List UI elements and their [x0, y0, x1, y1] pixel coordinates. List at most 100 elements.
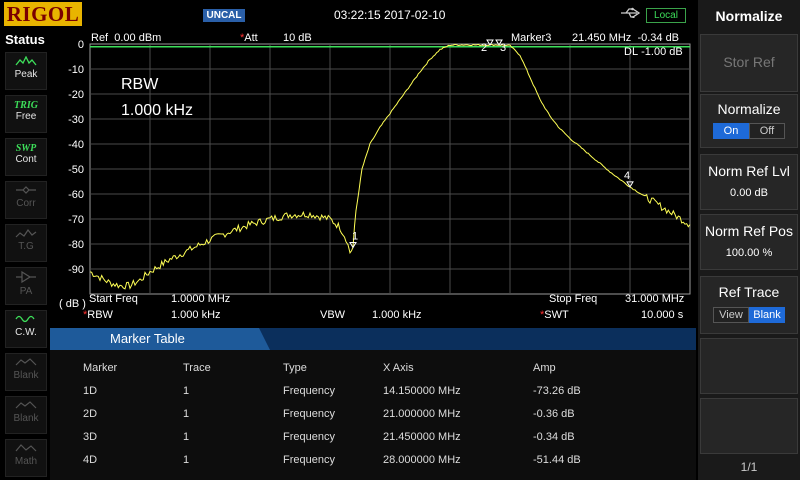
marker-table-title: Marker Table	[110, 331, 185, 346]
y-tick-label: -10	[68, 64, 84, 76]
status-button-label: Free	[15, 111, 37, 122]
norm-ref-lvl-button[interactable]: Norm Ref Lvl 0.00 dB	[700, 154, 798, 210]
status-button-label: PA	[19, 286, 33, 297]
normalize-label: Normalize	[717, 101, 781, 117]
swt-value: 10.000 s	[641, 309, 684, 321]
trig-badge-text: TRIG	[14, 100, 38, 111]
math-icon	[6, 443, 46, 456]
status-button-math[interactable]: Math	[5, 439, 47, 477]
normalize-off[interactable]: Off	[749, 123, 785, 139]
status-title: Status	[5, 32, 45, 47]
marker-table: Marker Trace Type X Axis Amp 1D 1 Frequenc…	[83, 356, 633, 471]
y-tick-label: -60	[68, 189, 84, 201]
att-label: *Att	[240, 32, 258, 44]
status-button-tg[interactable]: T.G	[5, 224, 47, 262]
usb-icon	[620, 6, 642, 22]
stop-freq-label: Stop Freq	[549, 293, 598, 305]
stor-ref-button[interactable]: Stor Ref	[700, 34, 798, 92]
y-tick-label: -70	[68, 214, 84, 226]
spectrum-plot[interactable]: 0 -10 -20 -30 -40 -50 -60 -70 -80 -90 1 2 3 4	[50, 30, 696, 328]
marker-readout-value: 21.450 MHz -0.34 dB	[572, 32, 680, 44]
status-button-pa[interactable]: PA	[5, 267, 47, 305]
y-tick-label: -30	[68, 114, 84, 126]
col-amp: Amp	[533, 361, 556, 374]
norm-ref-pos-label: Norm Ref Pos	[705, 223, 793, 239]
norm-ref-pos-value: 100.00 %	[725, 247, 773, 259]
table-row[interactable]: 2D 1 Frequency 21.000000 MHz -0.36 dB	[83, 402, 633, 425]
marker-3-number: 3	[500, 42, 506, 54]
status-button-label: Cont	[15, 154, 37, 165]
softkey-empty-1[interactable]	[700, 338, 798, 394]
ref-trace-label: Ref Trace	[718, 284, 780, 300]
y-tick-label: -20	[68, 89, 84, 101]
rbw-label: *RBW	[83, 309, 113, 321]
blank-icon	[6, 400, 46, 413]
stop-freq-value: 31.000 MHz	[625, 293, 685, 305]
spectrum-svg: 0 -10 -20 -30 -40 -50 -60 -70 -80 -90 1 2 3 4	[68, 39, 691, 295]
col-marker: Marker	[83, 361, 118, 374]
cw-icon	[6, 314, 46, 327]
marker-table-tab[interactable]: Marker Table	[50, 328, 270, 350]
normalize-on[interactable]: On	[713, 123, 749, 139]
menu-title: Normalize	[715, 8, 783, 24]
status-button-blank2[interactable]: Blank	[5, 396, 47, 434]
status-button-label: Blank	[13, 370, 39, 381]
vbw-label: VBW	[320, 309, 346, 321]
swp-badge-text: SWP	[15, 143, 37, 154]
vbw-value: 1.000 kHz	[372, 309, 422, 321]
marker-2-number: 2	[481, 42, 487, 54]
marker-4-number: 4	[624, 170, 630, 182]
marker-table-header-row: Marker Trace Type X Axis Amp	[83, 356, 633, 379]
ref-trace-view[interactable]: View	[713, 307, 749, 323]
local-badge: Local	[646, 8, 686, 23]
unit-label: ( dB )	[59, 298, 86, 310]
status-button-blank1[interactable]: Blank	[5, 353, 47, 391]
ref-label: Ref 0.00 dBm	[91, 32, 162, 44]
status-button-label: Math	[14, 456, 38, 467]
blank-icon	[6, 357, 46, 370]
datetime: 03:22:15 2017-02-10	[334, 8, 446, 22]
norm-ref-lvl-label: Norm Ref Lvl	[708, 163, 790, 179]
status-button-label: C.W.	[15, 327, 37, 338]
status-button-cw[interactable]: C.W.	[5, 310, 47, 348]
swt-label: *SWT	[540, 309, 569, 321]
normalize-toggle[interactable]: Normalize On Off	[700, 94, 798, 148]
y-tick-label: -50	[68, 164, 84, 176]
table-row[interactable]: 1D 1 Frequency 14.150000 MHz -73.26 dB	[83, 379, 633, 402]
stor-ref-label: Stor Ref	[723, 54, 775, 70]
start-freq-value: 1.0000 MHz	[171, 293, 231, 305]
status-button-trig[interactable]: TRIG Free	[5, 95, 47, 133]
marker-readout-label: Marker3	[511, 32, 552, 44]
corr-icon	[6, 185, 46, 198]
col-x-axis: X Axis	[383, 361, 414, 374]
pa-icon	[6, 270, 46, 286]
status-button-label: Peak	[14, 69, 38, 80]
status-button-peak[interactable]: Peak	[5, 52, 47, 90]
y-tick-label: 0	[78, 39, 84, 51]
rbw-overlay-label: RBW	[121, 76, 159, 93]
col-trace: Trace	[183, 361, 211, 374]
ref-trace-toggle[interactable]: Ref Trace View Blank	[700, 276, 798, 334]
status-button-label: T.G	[18, 241, 34, 252]
status-button-corr[interactable]: Corr	[5, 181, 47, 219]
uncal-badge: UNCAL	[203, 9, 245, 22]
table-row[interactable]: 3D 1 Frequency 21.450000 MHz -0.34 dB	[83, 425, 633, 448]
softkey-empty-2[interactable]	[700, 398, 798, 454]
tg-icon	[6, 228, 46, 241]
rbw-value: 1.000 kHz	[171, 309, 221, 321]
status-button-swp[interactable]: SWP Cont	[5, 138, 47, 176]
norm-ref-lvl-value: 0.00 dB	[730, 187, 768, 199]
display-line-readout: DL -1.00 dB	[624, 46, 683, 58]
y-tick-label: -40	[68, 139, 84, 151]
rigol-logo: RIGOL	[4, 2, 82, 26]
ref-trace-blank[interactable]: Blank	[749, 307, 785, 323]
norm-ref-pos-button[interactable]: Norm Ref Pos 100.00 %	[700, 214, 798, 270]
peak-icon	[6, 55, 46, 69]
rbw-overlay-value: 1.000 kHz	[121, 102, 194, 119]
page-indicator: 1/1	[740, 460, 758, 474]
table-row[interactable]: 4D 1 Frequency 28.000000 MHz -51.44 dB	[83, 448, 633, 471]
status-button-label: Corr	[16, 198, 36, 209]
col-type: Type	[283, 361, 307, 374]
y-tick-label: -80	[68, 239, 84, 251]
y-tick-label: -90	[68, 264, 84, 276]
